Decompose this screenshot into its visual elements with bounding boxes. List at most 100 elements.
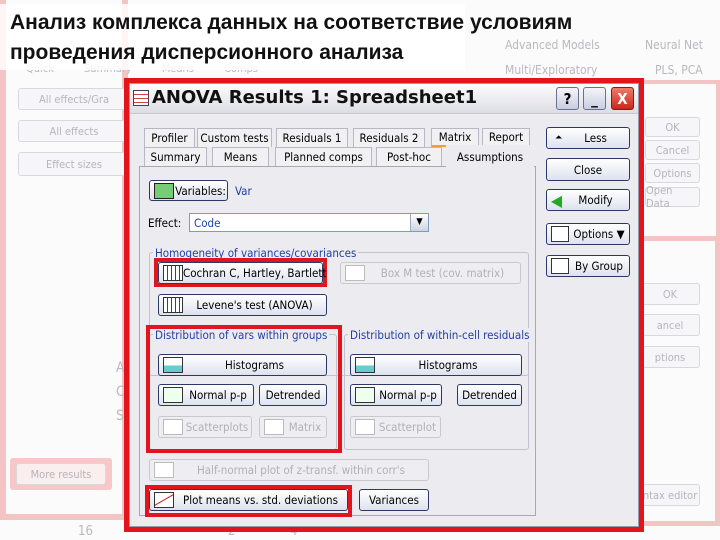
variables-label: Variables: xyxy=(175,183,226,198)
matrix-button[interactable]: Matrix xyxy=(259,416,327,438)
green-arrow-left-icon: ◀ xyxy=(551,190,563,210)
cochran-label: Cochran C, Hartley, Bartlett xyxy=(183,266,327,280)
detrended-groups-button[interactable]: Detrended xyxy=(259,384,327,406)
less-button[interactable]: ⏶ Less xyxy=(546,127,630,149)
bg-open-data: Open Data xyxy=(645,184,700,210)
variables-button[interactable]: Variables: xyxy=(149,180,228,201)
box-m-label: Box M test (cov. matrix) xyxy=(380,266,505,280)
matrix-label: Matrix xyxy=(288,420,322,434)
normal-pp-label: Normal p-p xyxy=(189,388,247,402)
less-label: Less xyxy=(584,131,607,145)
half-normal-button[interactable]: Half-normal plot of z-transf. within cor… xyxy=(149,459,429,481)
help-button[interactable]: ? xyxy=(556,87,579,110)
histograms-label: Histograms xyxy=(418,358,478,372)
app-icon xyxy=(133,90,149,106)
levene-label: Levene's test (ANOVA) xyxy=(196,298,313,312)
half-normal-label: Half-normal plot of z-transf. within cor… xyxy=(197,463,405,477)
table-icon xyxy=(345,265,365,281)
title-bar[interactable]: ANOVA Results 1: Spreadsheet1 ? _ X xyxy=(130,84,638,114)
tab-summary[interactable]: Summary xyxy=(144,147,207,166)
bg-button: Effect sizes xyxy=(18,152,130,176)
histogram-icon xyxy=(163,357,183,373)
bg-menu: PLS, PCA xyxy=(655,63,703,77)
scatterplot-button[interactable]: Scatterplot xyxy=(350,416,441,438)
tab-post-hoc[interactable]: Post-hoc xyxy=(376,147,442,166)
chevron-down-icon[interactable]: ▼ xyxy=(410,214,428,231)
by-group-icon xyxy=(551,258,569,274)
bg-syntax-editor: ntax editor xyxy=(640,484,700,506)
title-line: Анализ комплекса данных на соответствие … xyxy=(10,11,573,34)
matrix-icon xyxy=(264,419,284,435)
effect-label: Effect: xyxy=(148,216,182,230)
by-group-label: By Group xyxy=(575,259,623,273)
box-m-button[interactable]: Box M test (cov. matrix) xyxy=(340,262,521,284)
histograms-label: Histograms xyxy=(224,358,285,372)
normal-pp-resid-button[interactable]: Normal p-p xyxy=(350,384,442,406)
bg-menu: Neural Net xyxy=(645,38,703,52)
bg-button: All effects xyxy=(18,120,130,142)
histograms-resid-button[interactable]: Histograms xyxy=(350,354,522,376)
tab-residuals-1[interactable]: Residuals 1 xyxy=(276,128,348,147)
options-label: Options ▼ xyxy=(573,227,625,241)
table-icon xyxy=(163,297,183,313)
table-icon xyxy=(163,265,183,281)
close-label: Close xyxy=(573,162,603,177)
effect-combobox[interactable]: Code ▼ xyxy=(189,213,429,232)
normal-pp-groups-button[interactable]: Normal p-p xyxy=(158,384,254,406)
minimize-button[interactable]: _ xyxy=(583,87,606,110)
scatterplots-label: Scatterplots xyxy=(185,420,249,434)
by-group-button[interactable]: By Group xyxy=(546,255,630,277)
grid-cell: 16 xyxy=(78,524,93,539)
variances-button[interactable]: Variances xyxy=(359,489,429,511)
histogram-icon xyxy=(355,357,375,373)
modify-button[interactable]: ◀ Modify xyxy=(546,189,630,211)
variances-label: Variances xyxy=(369,493,419,507)
tab-assumptions[interactable]: Assumptions xyxy=(446,145,534,167)
close-window-button[interactable]: X xyxy=(611,87,634,110)
tab-residuals-2[interactable]: Residuals 2 xyxy=(353,128,425,147)
close-button[interactable]: Close xyxy=(546,158,630,181)
modify-label: Modify xyxy=(578,193,613,207)
plot-icon xyxy=(355,387,375,403)
tab-means[interactable]: Means xyxy=(212,147,269,166)
levene-button[interactable]: Levene's test (ANOVA) xyxy=(158,294,327,316)
line-plot-icon xyxy=(154,492,174,508)
double-up-arrow-icon: ⏶ xyxy=(555,133,563,143)
assumptions-panel: Variables: Var Effect: Code ▼ Homogeneit… xyxy=(139,166,536,517)
bg-cancel: Cancel xyxy=(645,140,700,160)
title-line: проведения дисперсионного анализа xyxy=(10,41,404,64)
tab-planned-comps[interactable]: Planned comps xyxy=(275,147,372,166)
scatterplot-icon xyxy=(163,419,183,435)
normal-pp-label: Normal p-p xyxy=(379,388,437,402)
bg-cancel: ancel xyxy=(640,314,700,336)
detrended-label: Detrended xyxy=(265,388,321,402)
more-results-button: More results xyxy=(16,463,106,485)
variables-icon xyxy=(154,182,174,199)
scatterplot-label: Scatterplot xyxy=(378,420,437,434)
dialog-title: ANOVA Results 1: Spreadsheet1 xyxy=(152,87,478,108)
dist-resid-label: Distribution of within-cell residuals xyxy=(348,328,532,342)
scatterplot-icon xyxy=(355,419,375,435)
detrended-resid-button[interactable]: Detrended xyxy=(457,384,522,406)
tab-custom-tests[interactable]: Custom tests xyxy=(197,128,272,147)
bg-options: ptions xyxy=(640,346,700,368)
bg-button: All effects/Gra xyxy=(18,88,130,110)
bg-options: Options xyxy=(645,163,700,183)
variables-value: Var xyxy=(235,184,252,198)
slide-title: Анализ комплекса данных на соответствие … xyxy=(10,8,572,68)
scatterplots-button[interactable]: Scatterplots xyxy=(158,416,252,438)
options-icon xyxy=(551,226,569,242)
options-button[interactable]: Options ▼ xyxy=(546,223,630,245)
plot-icon xyxy=(154,462,174,478)
tab-profiler[interactable]: Profiler xyxy=(144,128,195,147)
bg-ok: OK xyxy=(645,117,700,137)
cochran-button[interactable]: Cochran C, Hartley, Bartlett xyxy=(158,262,327,284)
effect-value: Code xyxy=(194,216,221,230)
bg-ok: OK xyxy=(640,283,700,305)
anova-results-dialog: ANOVA Results 1: Spreadsheet1 ? _ X Prof… xyxy=(129,83,639,527)
histograms-groups-button[interactable]: Histograms xyxy=(158,354,327,376)
plot-means-label: Plot means vs. std. deviations xyxy=(183,493,338,507)
plot-icon xyxy=(163,387,183,403)
detrended-label: Detrended xyxy=(462,388,517,402)
plot-means-button[interactable]: Plot means vs. std. deviations xyxy=(149,489,348,511)
